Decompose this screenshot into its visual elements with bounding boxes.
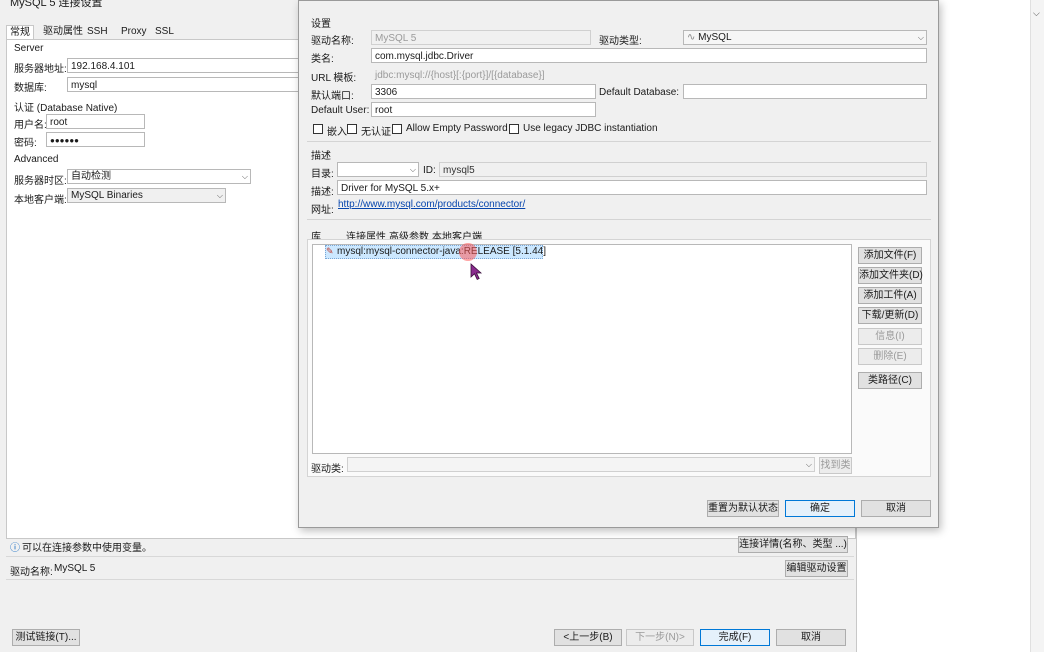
test-connection-button[interactable]: 测试链接(T)... — [12, 629, 80, 646]
default-port-label: 默认端口: — [311, 91, 354, 102]
id-label: ID: — [423, 165, 436, 176]
driver-name-value: MySQL 5 — [54, 563, 96, 574]
edit-driver-button[interactable]: 编辑驱动设置 — [785, 560, 848, 577]
description-input[interactable]: Driver for MySQL 5.x+ — [337, 180, 927, 195]
cancel-button[interactable]: 取消 — [776, 629, 846, 646]
driver-name-label: 驱动名称: — [311, 36, 354, 47]
add-artifact-button[interactable]: 添加工件(A) — [858, 287, 922, 304]
client-label: 本地客户端: — [14, 195, 67, 206]
database-label: 数据库: — [14, 83, 47, 94]
driver-name-input[interactable]: MySQL 5 — [371, 30, 591, 45]
advanced-section-title: Advanced — [14, 154, 59, 165]
client-select[interactable]: MySQL Binaries ⌵ — [67, 188, 226, 203]
driver-type-select[interactable]: ∿ MySQL ⌵ — [683, 30, 927, 45]
driver-type-value: MySQL — [698, 32, 732, 43]
description-label: 描述: — [311, 187, 334, 198]
host-input[interactable]: 192.168.4.101 — [67, 58, 299, 73]
driver-class-select[interactable]: ⌵ — [347, 457, 815, 472]
user-input[interactable]: root — [46, 114, 145, 129]
timezone-label: 服务器时区: — [14, 176, 67, 187]
embedded-checkbox-label: 嵌入 — [327, 127, 347, 138]
finish-button[interactable]: 完成(F) — [700, 629, 770, 646]
timezone-value: 自动检测 — [71, 171, 111, 182]
click-highlight — [459, 243, 477, 261]
next-button[interactable]: 下一步(N)> — [626, 629, 694, 646]
reset-defaults-button[interactable]: 重置为默认状态 — [707, 500, 779, 517]
delete-button[interactable]: 删除(E) — [858, 348, 922, 365]
host-label: 服务器地址: — [14, 64, 67, 75]
url-template-label: URL 模板: — [311, 73, 357, 84]
library-list[interactable] — [312, 244, 852, 454]
default-user-input[interactable]: root — [371, 102, 596, 117]
default-port-input[interactable]: 3306 — [371, 84, 596, 99]
password-label: 密码: — [14, 138, 37, 149]
mysql-icon: ∿ — [687, 32, 696, 43]
url-template-input[interactable]: jdbc:mysql://{host}[:{port}]/[{database}… — [371, 67, 927, 82]
timezone-select[interactable]: 自动检测 ⌵ — [67, 169, 251, 184]
driver-settings-dialog: 设置 驱动名称: MySQL 5 驱动类型: ∿ MySQL ⌵ 类名: com… — [298, 0, 939, 528]
client-value: MySQL Binaries — [71, 190, 143, 201]
cancel-button[interactable]: 取消 — [861, 500, 931, 517]
chevron-down-icon: ⌵ — [216, 191, 223, 200]
scroll-down-icon[interactable]: ⌵ — [1033, 8, 1040, 19]
driver-name-label: 驱动名称: — [10, 567, 53, 578]
allow-empty-password-label: Allow Empty Password — [406, 123, 508, 134]
chevron-down-icon: ⌵ — [917, 33, 924, 42]
no-auth-checkbox-label: 无认证 — [361, 127, 391, 138]
download-update-button[interactable]: 下载/更新(D) — [858, 307, 922, 324]
default-database-input[interactable] — [683, 84, 927, 99]
category-label: 目录: — [311, 169, 334, 180]
user-label: 用户名: — [14, 120, 47, 131]
background-window-edge — [1030, 0, 1044, 652]
tab-ssl[interactable]: SSL — [152, 25, 177, 38]
maven-artifact-icon: ✎ — [326, 246, 334, 256]
driver-class-label: 驱动类: — [311, 464, 344, 475]
category-select[interactable]: ⌵ — [337, 162, 419, 177]
divider — [307, 219, 931, 220]
driver-type-label: 驱动类型: — [599, 36, 642, 47]
database-input[interactable]: mysql — [67, 77, 299, 92]
default-user-label: Default User: — [311, 105, 370, 116]
website-label: 网址: — [311, 205, 334, 216]
info-icon: ⓘ — [10, 543, 20, 554]
mouse-cursor-icon — [470, 263, 483, 281]
tab-general[interactable]: 常规 — [6, 25, 34, 39]
library-item-label: mysql:mysql-connector-java:RELEASE [5.1.… — [337, 246, 546, 257]
divider — [307, 141, 931, 142]
dialog-title: MySQL 5 连接设置 — [10, 0, 103, 9]
default-database-label: Default Database: — [599, 87, 680, 98]
ok-button[interactable]: 确定 — [785, 500, 855, 517]
legacy-jdbc-checkbox[interactable] — [509, 124, 519, 134]
no-auth-checkbox[interactable] — [347, 124, 357, 134]
divider — [6, 556, 854, 557]
website-link[interactable]: http://www.mysql.com/products/connector/ — [338, 199, 525, 210]
auth-section-title: 认证 (Database Native) — [14, 103, 118, 114]
chevron-down-icon: ⌵ — [241, 172, 248, 181]
class-name-input[interactable]: com.mysql.jdbc.Driver — [371, 48, 927, 63]
class-name-label: 类名: — [311, 54, 334, 65]
password-input[interactable]: ●●●●●● — [46, 132, 145, 147]
add-file-button[interactable]: 添加文件(F) — [858, 247, 922, 264]
tab-proxy[interactable]: Proxy — [118, 25, 150, 38]
id-input[interactable]: mysql5 — [439, 162, 927, 177]
add-folder-button[interactable]: 添加文件夹(D) — [858, 267, 923, 284]
chevron-down-icon: ⌵ — [409, 165, 416, 174]
info-button[interactable]: 信息(I) — [858, 328, 922, 345]
embedded-checkbox[interactable] — [313, 124, 323, 134]
server-section-title: Server — [14, 43, 44, 54]
info-text: 可以在连接参数中使用变量。 — [22, 543, 152, 554]
chevron-down-icon: ⌵ — [805, 460, 812, 469]
find-class-button[interactable]: 找到类 — [819, 457, 852, 474]
settings-section-title: 设置 — [311, 19, 331, 30]
back-button[interactable]: <上一步(B) — [554, 629, 622, 646]
tab-ssh[interactable]: SSH — [84, 25, 111, 38]
description-section-title: 描述 — [311, 151, 331, 162]
connection-details-button[interactable]: 连接详情(名称、类型 ...) — [738, 536, 848, 553]
tab-driver-properties[interactable]: 驱动属性 — [40, 25, 86, 38]
allow-empty-password-checkbox[interactable] — [392, 124, 402, 134]
divider — [6, 579, 854, 580]
classpath-button[interactable]: 类路径(C) — [858, 372, 922, 389]
legacy-jdbc-label: Use legacy JDBC instantiation — [523, 123, 658, 134]
